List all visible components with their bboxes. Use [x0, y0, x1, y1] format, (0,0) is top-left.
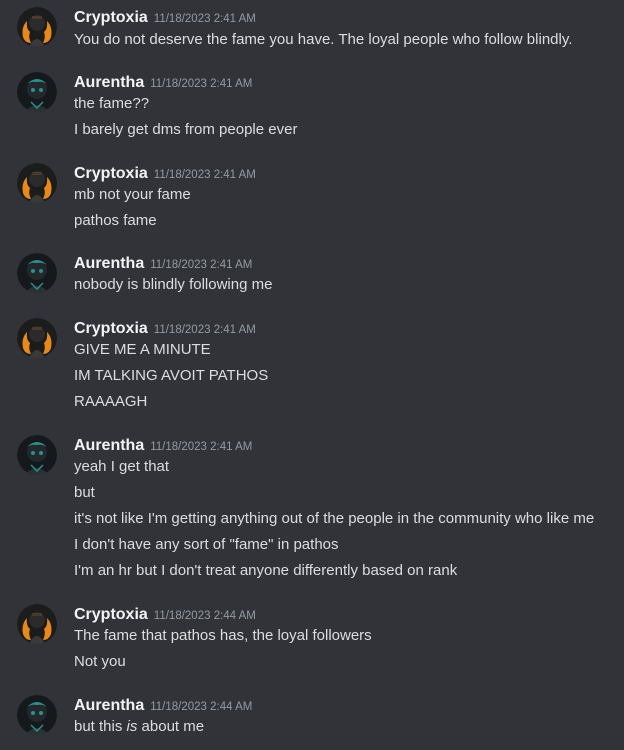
message-text: pathos fame — [74, 212, 157, 229]
timestamp: 11/18/2023 2:41 AM — [150, 441, 253, 453]
message-header: Aurentha 11/18/2023 2:41 AM — [74, 435, 252, 457]
message-text: it's not like I'm getting anything out o… — [74, 510, 595, 527]
message-text-part: but this — [74, 718, 127, 735]
username[interactable]: Aurentha — [74, 697, 144, 714]
aurentha-avatar-icon[interactable] — [17, 72, 57, 112]
message-text: I'm an hr but I don't treat anyone diffe… — [74, 562, 458, 579]
aurentha-avatar-icon[interactable] — [17, 253, 57, 293]
message-text: mb not your fame — [74, 186, 191, 203]
username[interactable]: Aurentha — [74, 255, 144, 272]
aurentha-avatar-icon[interactable] — [17, 435, 57, 475]
timestamp: 11/18/2023 2:41 AM — [150, 259, 253, 271]
timestamp: 11/18/2023 2:41 AM — [153, 324, 256, 336]
message-text: yeah I get that — [74, 458, 170, 475]
message-text: RAAAAGH — [74, 393, 148, 410]
timestamp: 11/18/2023 2:41 AM — [150, 78, 253, 90]
message-text: but this is about me — [74, 716, 204, 738]
timestamp: 11/18/2023 2:41 AM — [153, 169, 256, 181]
username[interactable]: Cryptoxia — [74, 320, 148, 337]
username[interactable]: Cryptoxia — [74, 165, 148, 182]
message-header: Cryptoxia 11/18/2023 2:44 AM — [74, 604, 256, 626]
message-header: Cryptoxia 11/18/2023 2:41 AM — [74, 163, 256, 185]
message-header: Aurentha 11/18/2023 2:41 AM — [74, 72, 252, 94]
message-text: Not you — [74, 653, 126, 670]
crypto-avatar-icon[interactable] — [17, 318, 57, 358]
crypto-avatar-icon[interactable] — [17, 163, 57, 203]
message-text: I don't have any sort of "fame" in patho… — [74, 536, 339, 553]
message-text: IM TALKING AVOIT PATHOS — [74, 367, 269, 384]
message-header: Aurentha 11/18/2023 2:41 AM — [74, 253, 252, 275]
username[interactable]: Cryptoxia — [74, 9, 148, 26]
message-text: I barely get dms from people ever — [74, 121, 298, 138]
message-header: Cryptoxia 11/18/2023 2:41 AM — [74, 318, 256, 340]
crypto-avatar-icon[interactable] — [17, 604, 57, 644]
username[interactable]: Aurentha — [74, 74, 144, 91]
username[interactable]: Cryptoxia — [74, 606, 148, 623]
message-header: Cryptoxia 11/18/2023 2:41 AM — [74, 7, 256, 29]
message-text-italic: is — [126, 718, 138, 735]
message-text: The fame that pathos has, the loyal foll… — [74, 627, 372, 644]
username[interactable]: Aurentha — [74, 437, 144, 454]
message-text: but — [74, 484, 95, 501]
message-header: Aurentha 11/18/2023 2:44 AM — [74, 695, 252, 717]
timestamp: 11/18/2023 2:44 AM — [153, 610, 256, 622]
message-text: nobody is blindly following me — [74, 276, 273, 293]
message-text: You do not deserve the fame you have. Th… — [74, 31, 573, 48]
message-text: GIVE ME A MINUTE — [74, 341, 211, 358]
crypto-avatar-icon[interactable] — [17, 7, 57, 47]
timestamp: 11/18/2023 2:41 AM — [153, 13, 256, 25]
aurentha-avatar-icon[interactable] — [17, 695, 57, 735]
message-text-part: about me — [137, 718, 205, 735]
timestamp: 11/18/2023 2:44 AM — [150, 701, 253, 713]
message-text: the fame?? — [74, 95, 150, 112]
